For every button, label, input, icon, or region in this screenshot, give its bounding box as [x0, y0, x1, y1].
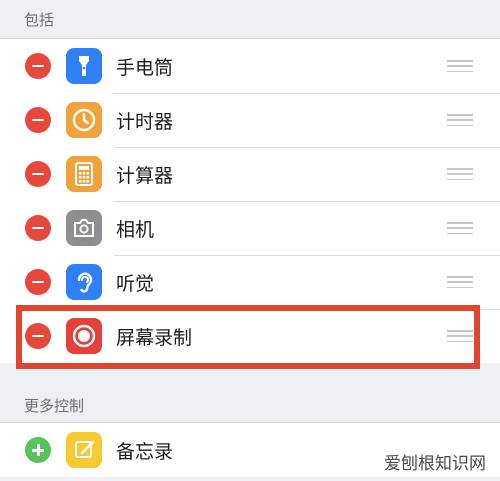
reorder-handle-icon[interactable] — [447, 330, 473, 342]
watermark-text: 爱刨根知识网 — [384, 454, 486, 474]
reorder-handle-icon[interactable] — [447, 60, 473, 72]
control-label: 屏幕录制 — [116, 326, 193, 349]
camera-icon — [66, 210, 102, 246]
section-header-included: 包括 — [0, 0, 500, 39]
timer-icon — [66, 102, 102, 138]
remove-button[interactable] — [25, 107, 51, 133]
calculator-icon — [66, 156, 102, 192]
reorder-handle-icon[interactable] — [447, 222, 473, 234]
flashlight-icon — [66, 48, 102, 84]
reorder-handle-icon[interactable] — [447, 276, 473, 288]
minus-icon — [32, 64, 44, 68]
section-title-more: 更多控制 — [24, 397, 85, 415]
remove-button[interactable] — [25, 323, 51, 349]
control-row-calculator: 计算器 — [0, 147, 500, 201]
screen-recording-icon — [66, 318, 102, 354]
control-label: 听觉 — [116, 272, 155, 295]
minus-icon — [32, 118, 44, 122]
minus-icon — [32, 280, 44, 284]
control-row-screen-recording: 屏幕录制 — [0, 309, 500, 363]
hearing-icon — [66, 264, 102, 300]
reorder-handle-icon[interactable] — [447, 114, 473, 126]
control-label: 相机 — [116, 218, 155, 241]
control-row-flashlight: 手电筒 — [0, 39, 500, 93]
control-label: 计时器 — [116, 110, 174, 133]
remove-button[interactable] — [25, 161, 51, 187]
included-controls-list: 手电筒 计时器 计算器 相机 听觉 屏幕录制 — [0, 39, 500, 363]
reorder-handle-icon[interactable] — [447, 168, 473, 180]
remove-button[interactable] — [25, 53, 51, 79]
control-row-timer: 计时器 — [0, 93, 500, 147]
plus-icon — [32, 444, 44, 456]
control-label: 计算器 — [116, 164, 174, 187]
control-row-camera: 相机 — [0, 201, 500, 255]
section-title-included: 包括 — [24, 10, 55, 29]
control-row-hearing: 听觉 — [0, 255, 500, 309]
notes-icon — [66, 432, 102, 468]
section-header-more: 更多控制 — [0, 389, 500, 423]
add-button[interactable] — [25, 437, 51, 463]
control-label: 手电筒 — [116, 56, 174, 79]
minus-icon — [32, 334, 44, 338]
minus-icon — [32, 172, 44, 176]
remove-button[interactable] — [25, 269, 51, 295]
minus-icon — [32, 226, 44, 230]
remove-button[interactable] — [25, 215, 51, 241]
